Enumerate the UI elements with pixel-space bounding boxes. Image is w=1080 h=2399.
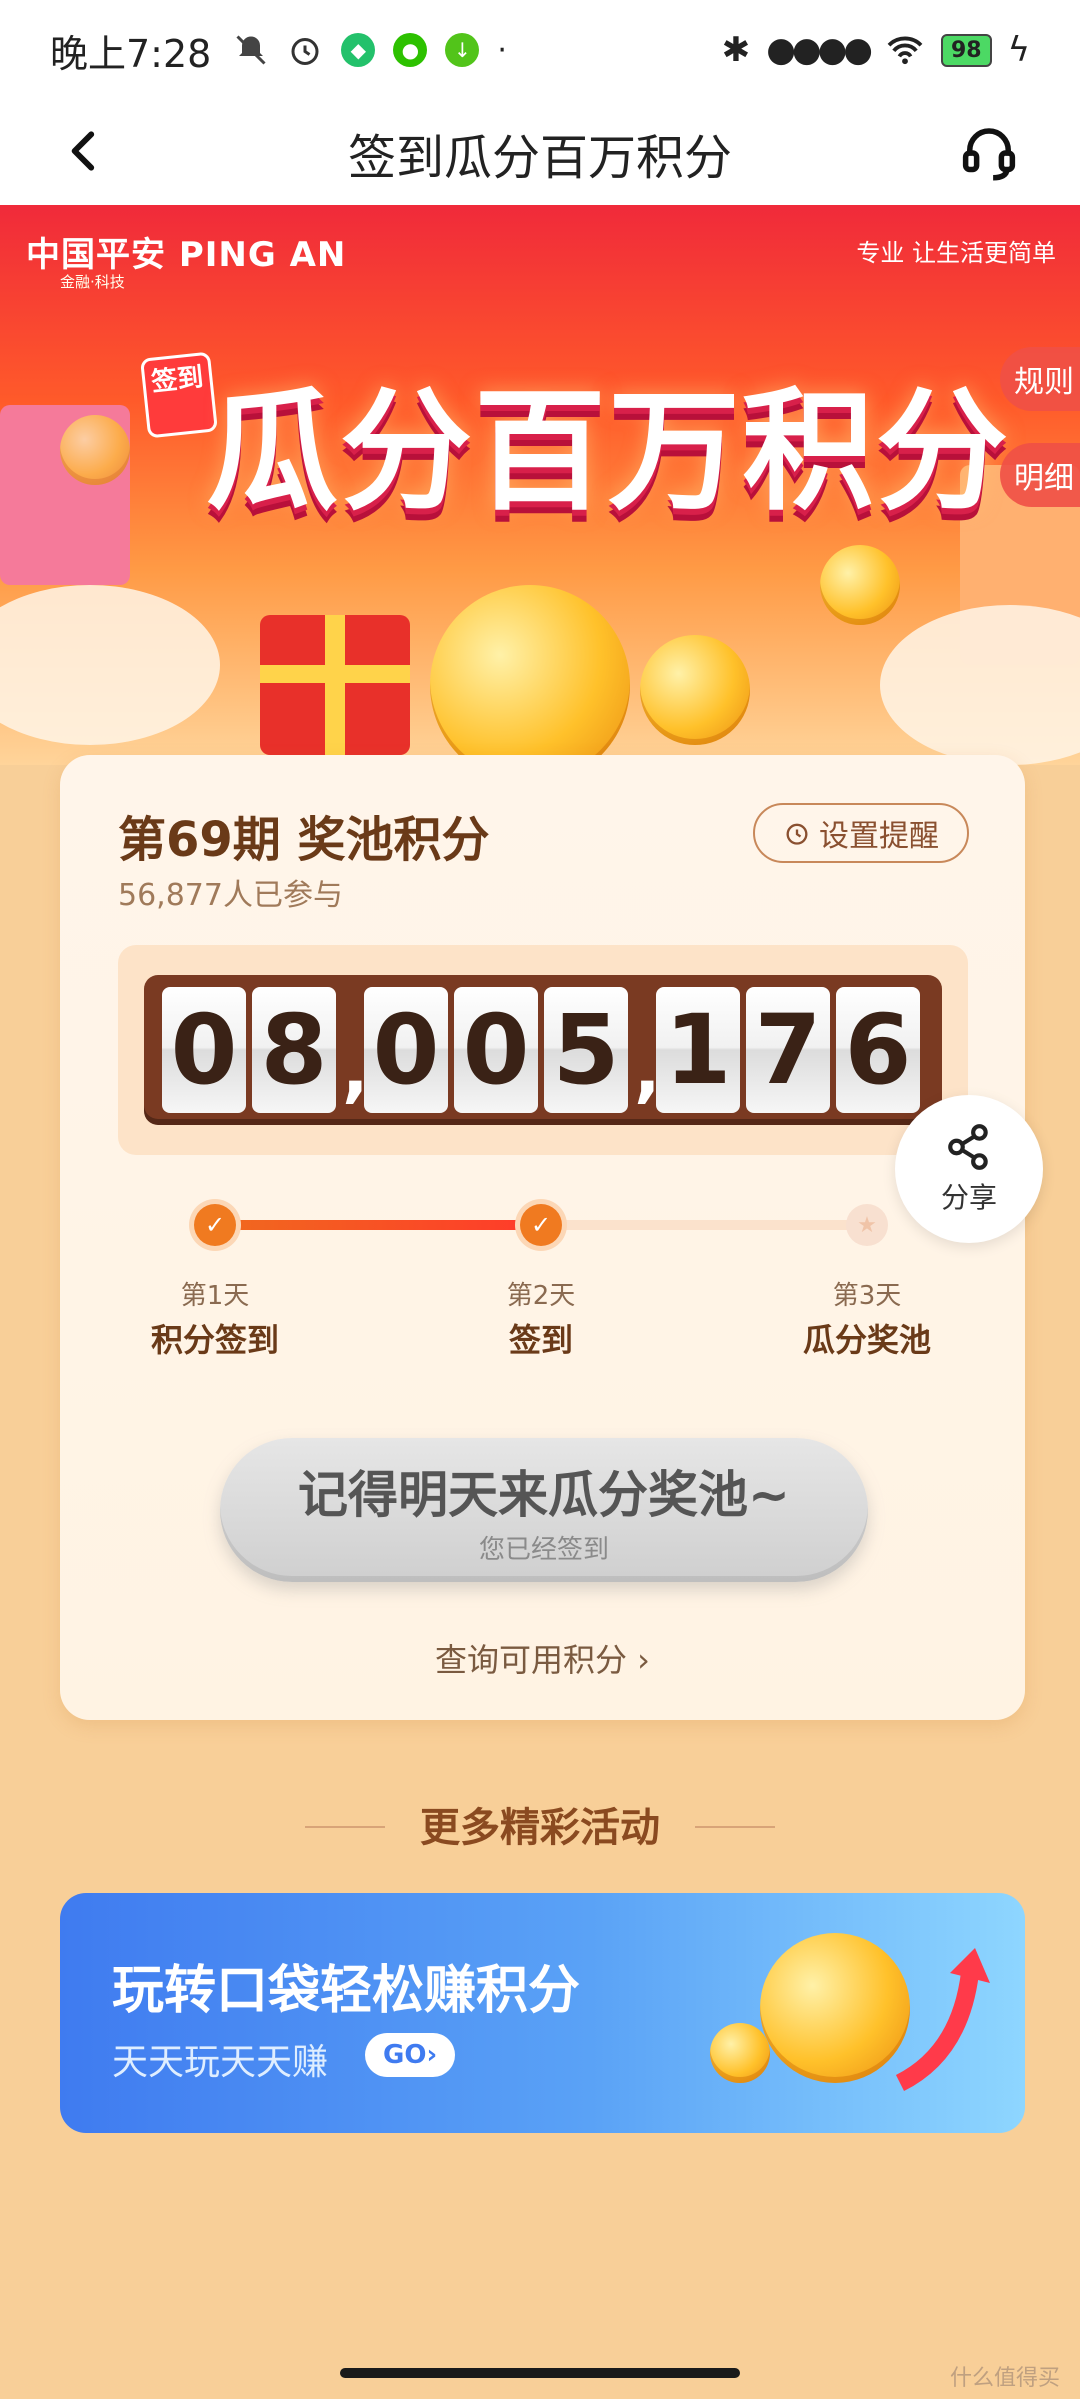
promo-go-button[interactable]: GO› — [365, 2033, 456, 2077]
divider-right — [695, 1826, 775, 1828]
more-dot-icon: · — [497, 32, 507, 68]
signal-icon: ●●●● — [766, 30, 873, 70]
status-time: 晚上7:28 — [50, 31, 212, 76]
chevron-left-icon[interactable] — [60, 126, 110, 176]
pool-counter-box: 0 8 , 0 0 5 , 1 7 6 — [118, 945, 968, 1155]
share-button[interactable]: 分享 — [895, 1095, 1043, 1243]
digit-separator: , — [634, 1029, 661, 1111]
status-bar: 晚上7:28 ◆ ● ↓ · ✱ ●●●● 98 ϟ — [0, 0, 1080, 100]
joined-count: 56,877人已参与 — [118, 878, 343, 913]
coin-icon — [710, 2023, 770, 2083]
step-1-day: 第1天 — [180, 1281, 250, 1311]
more-activities-title: 更多精彩活动 — [420, 1805, 660, 1851]
alarm-icon — [291, 38, 319, 65]
pool-digit: 8 — [252, 987, 336, 1113]
download-icon: ↓ — [445, 33, 480, 67]
status-icons-left: ◆ ● ↓ · — [233, 32, 507, 68]
step-3-day: 第3天 — [832, 1281, 902, 1311]
pool-digit: 0 — [162, 987, 246, 1113]
pool-digit: 5 — [544, 987, 628, 1113]
signed-in-button[interactable]: 记得明天来瓜分奖池~ 您已经签到 — [220, 1438, 868, 1582]
set-reminder-button[interactable]: 设置提醒 — [753, 803, 969, 863]
step-1-check-icon: ✓ — [194, 1204, 236, 1246]
cloud-right — [880, 605, 1080, 765]
pool-digit: 1 — [656, 987, 740, 1113]
charging-icon: ϟ — [1007, 30, 1030, 70]
page-title: 签到瓜分百万积分 — [347, 129, 732, 186]
progress-fill — [215, 1220, 540, 1230]
query-points-link[interactable]: 查询可用积分 › — [60, 1635, 1025, 1681]
step-3-star-icon: ★ — [846, 1204, 888, 1246]
hero-banner: 中国平安 PING AN 金融·科技 专业 让生活更简单 签到 瓜分百万积分 规… — [0, 205, 1080, 765]
coin-small-icon — [820, 545, 900, 625]
step-3-label: 瓜分奖池 — [802, 1321, 931, 1359]
clock-icon — [786, 823, 808, 845]
hero-title: 瓜分百万积分 — [206, 375, 1010, 529]
pool-digit: 7 — [746, 987, 830, 1113]
lucky-bag-icon — [760, 1933, 910, 2083]
pool-digit: 6 — [836, 987, 920, 1113]
brand-sub: 金融·科技 — [60, 273, 125, 291]
watermark: 什么值得买 — [949, 2366, 1060, 2391]
share-label: 分享 — [940, 1181, 997, 1214]
wechat-icon: ● — [393, 33, 428, 67]
status-icons-right: ✱ ●●●● 98 ϟ — [722, 30, 1030, 70]
set-reminder-label: 设置提醒 — [819, 820, 939, 853]
coin-icon — [640, 635, 750, 745]
bluetooth-icon: ✱ — [721, 30, 751, 70]
share-icon — [948, 1124, 988, 1170]
digit-separator: , — [342, 1029, 369, 1111]
pool-card: 第69期 奖池积分 56,877人已参与 设置提醒 0 8 , 0 0 5 , … — [60, 755, 1025, 1720]
gift-box-icon — [260, 615, 410, 755]
cloud-left — [0, 585, 220, 745]
home-indicator — [340, 2368, 740, 2378]
step-2-label: 签到 — [508, 1321, 573, 1359]
promo-subtitle: 天天玩天天赚 — [112, 2042, 329, 2083]
step-2-check-icon: ✓ — [520, 1204, 562, 1246]
pool-digit: 0 — [364, 987, 448, 1113]
pool-digit: 0 — [454, 987, 538, 1113]
headset-icon[interactable] — [956, 120, 1022, 186]
slogan: 专业 让生活更简单 — [856, 239, 1056, 267]
nav-bar: 签到瓜分百万积分 — [0, 100, 1080, 205]
star-coin-icon — [430, 585, 630, 765]
promo-banner[interactable]: 玩转口袋轻松赚积分 天天玩天天赚 GO› — [60, 1893, 1025, 2133]
battery-level: 98 — [940, 33, 992, 67]
notification-off-icon — [236, 35, 266, 65]
details-button[interactable]: 明细 — [1000, 443, 1080, 507]
shield-app-icon: ◆ — [341, 33, 376, 67]
pingan-logo: 中国平安 PING AN — [26, 235, 347, 275]
promo-title: 玩转口袋轻松赚积分 — [112, 1961, 581, 2021]
coin-left-icon — [60, 415, 130, 485]
period-title: 第69期 奖池积分 — [118, 812, 490, 868]
wifi-icon — [887, 36, 923, 65]
signed-in-status: 您已经签到 — [478, 1534, 609, 1565]
step-2-day: 第2天 — [506, 1281, 576, 1311]
step-1-label: 积分签到 — [150, 1321, 279, 1359]
rules-button[interactable]: 规则 — [1000, 347, 1080, 411]
arrow-up-icon — [895, 1948, 990, 2092]
pool-counter: 0 8 , 0 0 5 , 1 7 6 — [144, 975, 942, 1125]
signed-in-button-label: 记得明天来瓜分奖池~ — [298, 1465, 790, 1524]
